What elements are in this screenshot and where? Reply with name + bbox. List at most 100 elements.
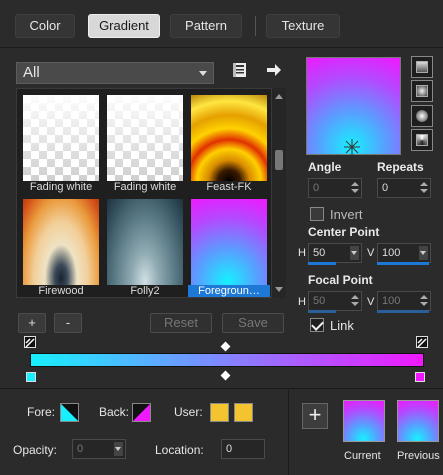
center-v-spinbox[interactable]: 100 bbox=[377, 243, 431, 263]
repeats-spinbox[interactable]: 0 bbox=[377, 178, 431, 198]
preset-label: Feast-FK bbox=[206, 181, 252, 193]
radial-style-button[interactable] bbox=[411, 129, 433, 151]
focal-v-label: V bbox=[367, 296, 375, 308]
center-point-label: Center Point bbox=[308, 225, 380, 239]
rectangular-style-button[interactable] bbox=[411, 80, 433, 102]
focal-h-spinbox[interactable]: 50 bbox=[308, 291, 362, 311]
center-v-label: V bbox=[367, 247, 375, 259]
top-right-marker-icon[interactable] bbox=[416, 336, 428, 348]
user-swatch-radio[interactable] bbox=[210, 403, 229, 422]
reset-button[interactable]: Reset bbox=[150, 313, 212, 333]
scrollbar-thumb[interactable] bbox=[275, 150, 283, 170]
previous-swatch[interactable] bbox=[397, 400, 439, 442]
tab-texture[interactable]: Texture bbox=[266, 14, 340, 38]
back-label: Back: bbox=[99, 405, 130, 419]
center-v-value: 100 bbox=[382, 247, 401, 259]
preset-thumbnail bbox=[107, 199, 183, 285]
angle-spinbox[interactable]: 0 bbox=[308, 178, 362, 198]
current-swatch[interactable] bbox=[343, 400, 385, 442]
preset-filter-value: All bbox=[23, 64, 40, 81]
focal-h-slider[interactable] bbox=[308, 310, 336, 313]
save-button[interactable]: Save bbox=[222, 313, 284, 333]
invert-label: Invert bbox=[330, 207, 363, 222]
preset-thumbnail bbox=[191, 199, 267, 285]
tab-bar: Color Gradient Pattern Texture bbox=[0, 0, 443, 48]
divider bbox=[0, 388, 443, 389]
center-h-spinbox[interactable]: 50 bbox=[308, 243, 362, 263]
tab-color[interactable]: Color bbox=[15, 14, 75, 38]
rectangular-gradient-icon bbox=[416, 85, 428, 97]
center-h-slider[interactable] bbox=[308, 262, 336, 265]
resource-library-icon[interactable] bbox=[230, 60, 250, 80]
preset-scrollbar[interactable] bbox=[272, 88, 286, 298]
scroll-down-icon[interactable] bbox=[275, 287, 283, 292]
preset-gallery: Fading white Fading white Feast-FK Firew… bbox=[16, 88, 272, 298]
previous-label: Previous bbox=[397, 450, 440, 462]
arrow-right-icon[interactable] bbox=[264, 60, 284, 80]
preset-item-selected[interactable]: Foregroun… bbox=[188, 196, 270, 297]
center-h-label: H bbox=[298, 247, 306, 259]
location-input[interactable]: 0 bbox=[221, 439, 265, 459]
scroll-up-icon[interactable] bbox=[275, 94, 283, 99]
tab-pattern[interactable]: Pattern bbox=[170, 14, 242, 38]
linear-gradient-icon bbox=[416, 61, 428, 73]
color-midpoint-handle[interactable] bbox=[220, 370, 231, 381]
preset-item[interactable]: Fading white bbox=[20, 92, 102, 195]
location-label: Location: bbox=[155, 443, 204, 457]
opacity-midpoint-handle[interactable] bbox=[220, 341, 231, 352]
preset-item[interactable]: Feast-FK bbox=[188, 92, 270, 195]
preset-filter-dropdown[interactable]: All bbox=[16, 62, 214, 84]
preset-thumbnail bbox=[23, 95, 99, 181]
remove-preset-button[interactable]: - bbox=[54, 313, 82, 333]
slider-popup-icon[interactable] bbox=[114, 442, 123, 456]
user-color-swatch[interactable] bbox=[234, 403, 253, 422]
preset-item[interactable]: Folly2 bbox=[104, 196, 186, 297]
spin-arrows-icon[interactable] bbox=[351, 294, 359, 308]
focal-v-spinbox[interactable]: 100 bbox=[377, 291, 431, 311]
preset-thumbnail bbox=[107, 95, 183, 181]
end-color-stop[interactable] bbox=[415, 372, 425, 382]
tab-gradient[interactable]: Gradient bbox=[88, 14, 160, 38]
center-crosshair-icon bbox=[344, 139, 360, 155]
repeats-label: Repeats bbox=[377, 160, 424, 174]
divider bbox=[288, 390, 289, 475]
fore-label: Fore: bbox=[27, 405, 56, 419]
spin-arrows-icon[interactable] bbox=[420, 181, 428, 195]
preset-label: Foregroun… bbox=[188, 285, 270, 297]
back-swatch[interactable] bbox=[132, 403, 151, 422]
spin-arrows-icon[interactable] bbox=[420, 294, 428, 308]
gradient-bar[interactable] bbox=[30, 353, 424, 367]
sunburst-gradient-icon bbox=[416, 110, 428, 122]
linear-style-button[interactable] bbox=[411, 56, 433, 78]
spin-arrows-icon[interactable] bbox=[351, 181, 359, 195]
sunburst-style-button[interactable] bbox=[411, 105, 433, 127]
top-left-marker-icon[interactable] bbox=[24, 336, 36, 348]
link-checkbox[interactable] bbox=[310, 318, 324, 332]
preset-label: Fading white bbox=[113, 181, 177, 193]
preset-label: Fading white bbox=[29, 181, 93, 193]
center-h-value: 50 bbox=[313, 247, 326, 259]
gradient-preview[interactable] bbox=[306, 57, 401, 155]
add-preset-button[interactable]: + bbox=[18, 313, 46, 333]
repeats-value: 0 bbox=[382, 182, 389, 194]
chevron-down-icon bbox=[199, 71, 207, 76]
slider-popup-icon[interactable] bbox=[350, 246, 359, 260]
radial-gradient-icon bbox=[416, 134, 428, 146]
focal-v-slider[interactable] bbox=[377, 310, 429, 313]
focal-h-label: H bbox=[298, 296, 306, 308]
preset-label: Folly2 bbox=[130, 285, 160, 297]
slider-popup-icon[interactable] bbox=[419, 246, 428, 260]
opacity-spinbox[interactable]: 0 bbox=[72, 439, 126, 459]
preset-item[interactable]: Fading white bbox=[104, 92, 186, 195]
preset-thumbnail bbox=[23, 199, 99, 285]
start-color-stop[interactable] bbox=[26, 372, 36, 382]
add-to-swatches-button[interactable]: + bbox=[302, 403, 328, 429]
angle-value: 0 bbox=[313, 182, 320, 194]
center-v-slider[interactable] bbox=[377, 262, 429, 265]
focal-v-value: 100 bbox=[382, 295, 401, 307]
user-label: User: bbox=[174, 405, 203, 419]
fore-swatch[interactable] bbox=[60, 403, 79, 422]
preset-item[interactable]: Firewood bbox=[20, 196, 102, 297]
invert-checkbox[interactable] bbox=[310, 207, 324, 221]
current-label: Current bbox=[344, 450, 381, 462]
